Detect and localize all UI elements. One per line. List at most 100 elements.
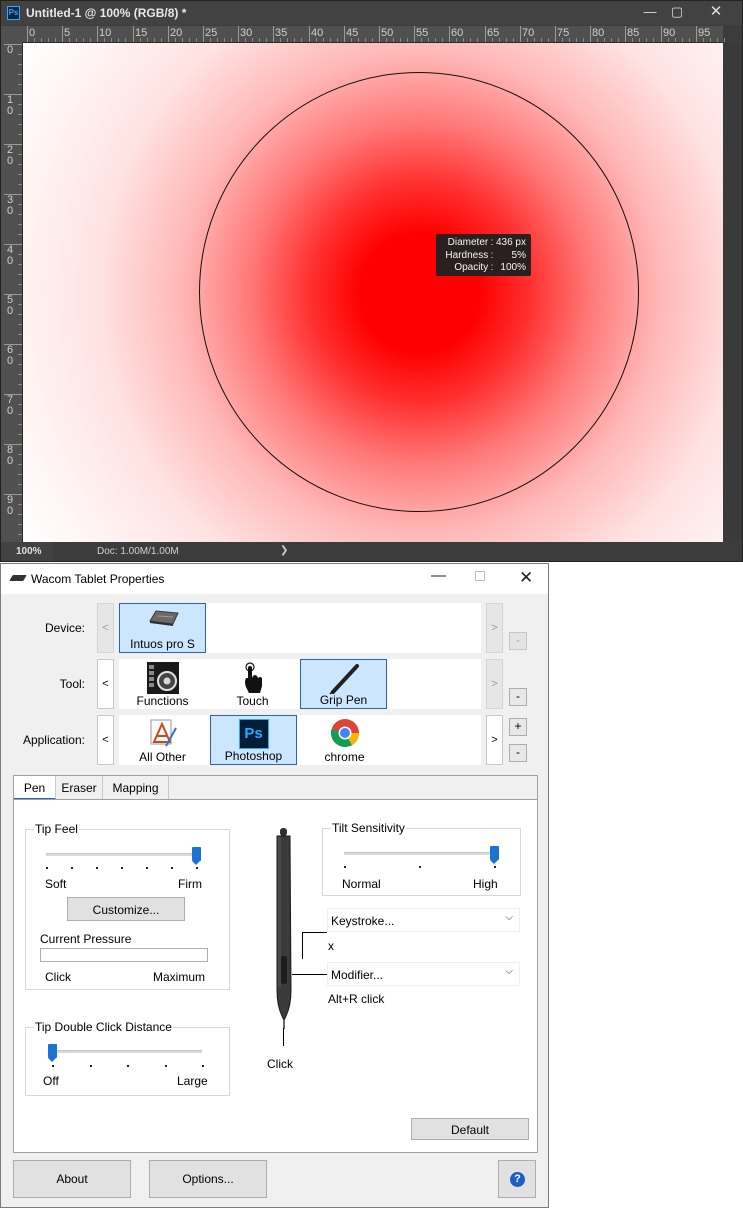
default-button[interactable]: Default [411,1118,529,1140]
ruler-major-tick [555,26,556,42]
zoom-level[interactable]: 100% [1,542,53,561]
tool-prev-button[interactable]: < [97,659,114,709]
device-next-button[interactable]: > [486,603,503,653]
ruler-minor-tick [703,38,704,42]
ruler-top-label: 40 [311,27,324,39]
ruler-minor-tick [280,38,281,42]
double-click-slider-thumb[interactable] [48,1044,57,1062]
tool-item-touch[interactable]: Touch [209,659,296,709]
ruler-left-label: 60 [7,344,14,367]
close-icon[interactable]: ✕ [698,1,734,23]
tip-feel-slider-thumb[interactable] [192,847,201,865]
ruler-minor-tick [18,204,22,205]
tool-item-label: Grip Pen [319,693,368,707]
doc-size-info[interactable]: Doc: 1.00M/1.00M ❯ [54,542,723,561]
ruler-minor-tick [18,124,22,125]
tooltip-value: 436 px [495,237,526,248]
device-remove-button[interactable]: - [509,632,527,650]
ruler-minor-tick [55,38,56,42]
ruler-major-tick [449,26,450,42]
ruler-minor-tick [18,254,22,255]
ruler-top-label: 70 [522,27,535,39]
application-next-button[interactable]: > [486,715,503,765]
tool-remove-button[interactable]: - [509,688,527,706]
application-item-chrome[interactable]: chrome [301,715,388,765]
ruler-minor-tick [147,38,148,42]
application-remove-button[interactable]: - [509,744,527,762]
ps-title-bar[interactable]: Ps Untitled-1 @ 100% (RGB/8) * — ▢ ✕ [1,1,742,25]
device-item-intuos-pro-s[interactable]: Intuos pro S [119,603,206,653]
ruler-minor-tick [18,104,22,105]
ruler-minor-tick [90,38,91,42]
help-button[interactable]: ? [498,1160,536,1198]
tip-callout-line [283,1028,284,1046]
tilt-slider-thumb[interactable] [490,846,499,864]
ruler-top-label: 45 [346,27,359,39]
tool-item-grip-pen[interactable]: Grip Pen [300,659,387,709]
upper-side-switch-dropdown[interactable]: Keystroke... ⌵ [327,908,520,932]
ruler-minor-tick [18,514,22,515]
document-canvas[interactable]: Diameter:436 px Hardness:5% Opacity:100% [23,43,723,542]
minimize-icon[interactable]: — [431,567,446,584]
ruler-minor-tick [386,38,387,42]
application-item-label: All Other [139,750,186,764]
ruler-minor-tick [48,38,49,42]
application-prev-button[interactable]: < [97,715,114,765]
double-click-slider-track[interactable] [52,1050,202,1053]
application-item-all-other[interactable]: All Other [119,715,206,765]
ruler-minor-tick [18,454,22,455]
status-menu-arrow-icon[interactable]: ❯ [280,545,288,556]
ruler-minor-tick [18,324,22,325]
ruler-minor-tick [548,38,549,42]
ruler-minor-tick [154,38,155,42]
ruler-minor-tick [527,38,528,42]
ruler-left-label: 40 [7,244,14,267]
ruler-top-label: 85 [627,27,640,39]
ruler-top-label: 35 [275,27,288,39]
ruler-minor-tick [316,38,317,42]
minimize-icon[interactable]: — [635,1,665,23]
slider-tick-dot [121,867,123,869]
tab-pen[interactable]: Pen [14,776,56,800]
vertical-ruler[interactable]: 0 10 20 30 40 50 60 70 80 90 [1,43,23,542]
wacom-title-bar[interactable]: Wacom Tablet Properties — ✕ [1,564,548,594]
horizontal-ruler[interactable]: 0 5 10 15 20 25 30 35 40 45 50 55 60 65 70 75 80 85 90 95 [23,26,725,43]
tool-next-button[interactable]: > [486,659,503,709]
options-button[interactable]: Options... [149,1160,267,1198]
ruler-minor-tick [618,38,619,42]
tooltip-row: Opacity:100% [441,262,526,275]
tab-mapping[interactable]: Mapping [103,776,169,800]
photoshop-document-window: Ps Untitled-1 @ 100% (RGB/8) * — ▢ ✕ 051… [0,0,743,562]
customize-button[interactable]: Customize... [67,897,185,921]
grip-pen-icon [328,664,359,695]
application-item-photoshop[interactable]: Ps Photoshop [210,715,297,765]
tooltip-value: 5% [511,249,526,261]
ruler-minor-tick [210,38,211,42]
tool-item-functions[interactable]: Functions [119,659,206,709]
tip-feel-min-label: Soft [45,877,67,891]
maximize-icon[interactable]: ▢ [662,1,692,23]
ruler-minor-tick [18,334,22,335]
ruler-minor-tick [724,38,725,42]
tab-eraser[interactable]: Eraser [56,776,103,800]
ruler-top-label: 60 [451,27,464,39]
tip-feel-slider-track[interactable] [46,853,196,856]
double-click-max-label: Large [177,1074,208,1088]
tilt-slider-track[interactable] [344,852,494,855]
close-icon[interactable]: ✕ [519,568,533,588]
ruler-minor-tick [18,214,22,215]
about-button[interactable]: About [13,1160,131,1198]
vertical-scrollbar[interactable] [723,43,742,542]
application-add-button[interactable]: + [509,718,527,736]
slider-tick-dot [202,1065,204,1067]
ruler-minor-tick [428,38,429,42]
ruler-top-label: 10 [99,27,112,39]
ruler-corner[interactable] [1,26,23,43]
device-prev-button[interactable]: < [97,603,114,653]
ruler-top-label: 55 [416,27,429,39]
ruler-minor-tick [18,464,22,465]
ruler-minor-tick [18,424,22,425]
slider-tick-dot [165,1065,167,1067]
lower-side-switch-dropdown[interactable]: Modifier... ⌵ [327,962,520,986]
doc-size-text: Doc: 1.00M/1.00M [97,546,179,557]
